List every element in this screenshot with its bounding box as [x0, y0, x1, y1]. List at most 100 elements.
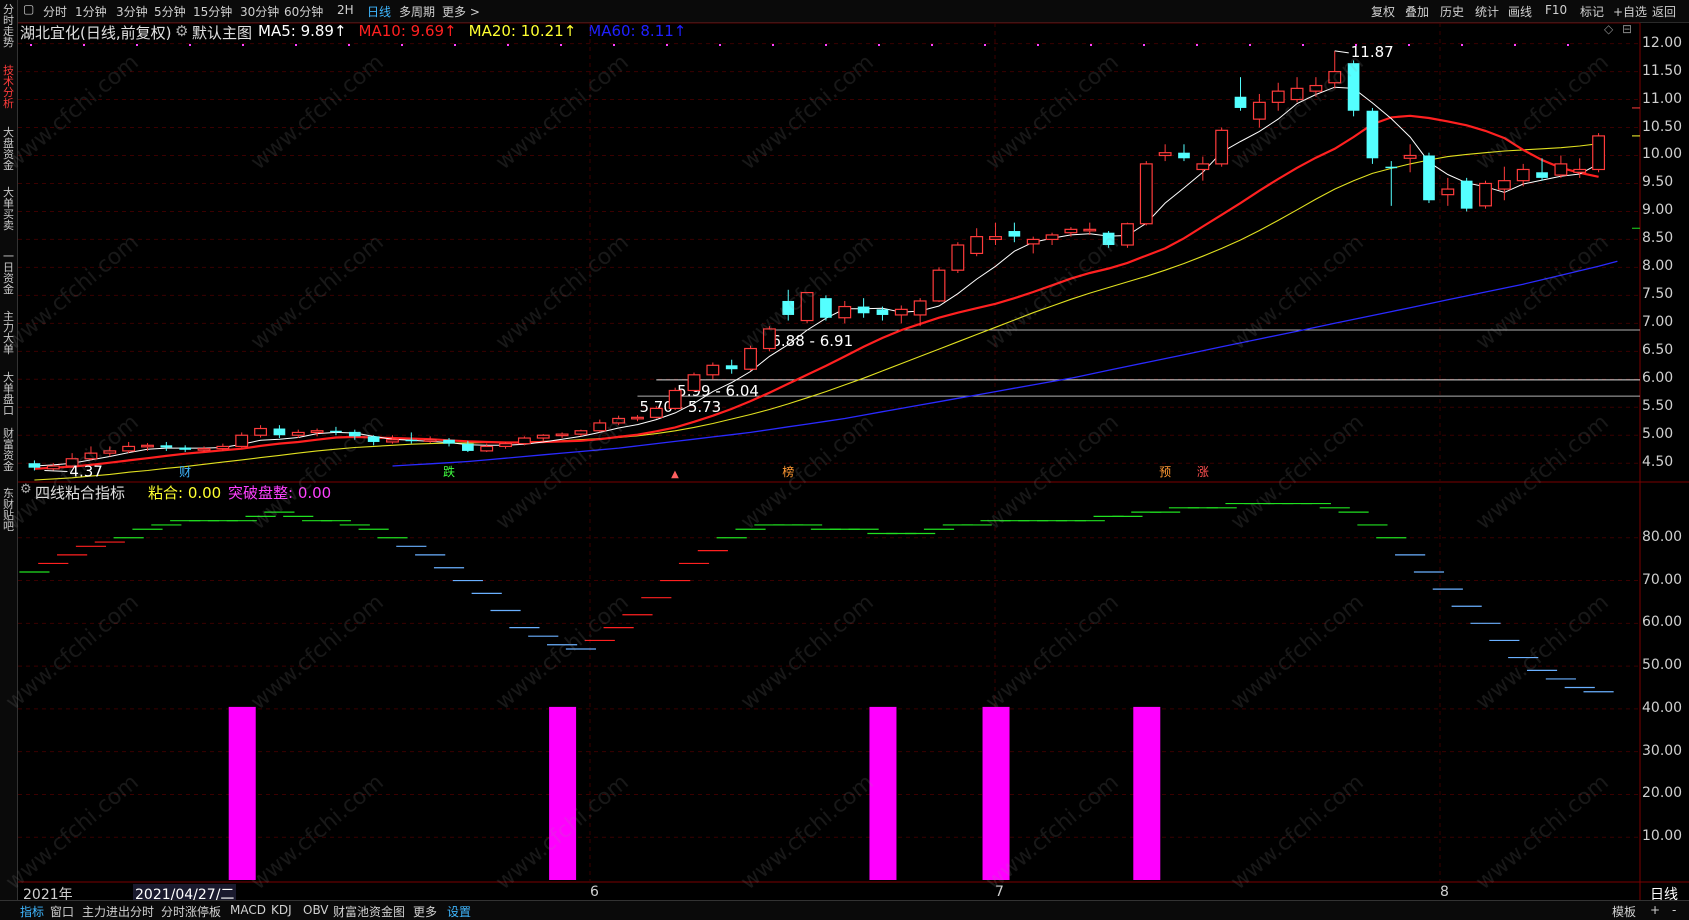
bottom-right-control-2[interactable]: -: [1672, 903, 1676, 917]
bottom-tab-2[interactable]: 主力进出分时: [82, 903, 154, 920]
marker-dot: [878, 44, 880, 46]
candle-down: [1178, 152, 1190, 159]
breakout-pillar: [549, 706, 577, 880]
candle-down: [160, 445, 173, 448]
bottom-tabbar: 指标 窗口 主力进出分时 分时涨停板 MACD KDJ OBV 财富池资金图 更多 设置 模板 + -: [0, 900, 1689, 920]
candle-down: [330, 430, 342, 433]
indicator-tick-4: 40.00: [1642, 699, 1683, 716]
candle-up: [1441, 188, 1455, 196]
indicator-tick-2: 60.00: [1642, 614, 1683, 631]
candle-up: [631, 416, 644, 420]
marker-dot: [666, 44, 668, 46]
candle-up: [1064, 228, 1078, 234]
candle-up: [706, 364, 720, 376]
candle-up: [1139, 163, 1153, 225]
bottom-tab-6[interactable]: OBV: [303, 903, 329, 917]
candle-up: [310, 430, 324, 434]
bottom-tab-1[interactable]: 窗口: [50, 903, 74, 920]
candle-up: [1328, 70, 1342, 84]
marker-dot: [1408, 44, 1410, 46]
indicator-tick-7: 10.00: [1642, 828, 1683, 845]
candle-up: [1554, 163, 1568, 176]
candle-down: [857, 306, 870, 314]
candlestick-chart[interactable]: 6.88 - 6.915.99 - 6.045.70 - 5.7311.874.…: [0, 0, 1689, 919]
candle-up: [499, 443, 512, 448]
candle-up: [989, 236, 1002, 241]
indicator-settings-icon[interactable]: ⚙: [20, 482, 32, 497]
candle-up: [254, 427, 268, 436]
marker-dot: [30, 44, 32, 46]
candle-up: [517, 437, 531, 445]
marker-dot: [1249, 44, 1251, 46]
candle-up: [932, 269, 946, 302]
bottom-tab-7[interactable]: 财富池资金图: [333, 903, 405, 920]
marker-dot: [719, 44, 721, 46]
candle-down: [367, 436, 380, 442]
marker-dot: [1302, 44, 1304, 46]
candle-down: [1460, 180, 1473, 209]
candle-up: [951, 244, 965, 271]
candle-up: [1083, 228, 1097, 232]
bottom-right-control-1[interactable]: +: [1650, 903, 1660, 917]
candle-up: [197, 448, 211, 451]
ma5-line: [34, 86, 1599, 467]
candle-down: [1347, 63, 1360, 111]
candle-up: [555, 433, 569, 437]
marker-dot: [1090, 44, 1092, 46]
bottom-tab-0[interactable]: 指标: [20, 903, 44, 920]
candle-up: [480, 445, 494, 452]
candle-up: [970, 236, 984, 255]
candle-down: [405, 439, 418, 442]
marker-dot: [1196, 44, 1198, 46]
indicator-name[interactable]: 四线粘合指标: [35, 482, 125, 503]
candle-up: [894, 308, 908, 316]
candle-up: [1158, 152, 1172, 157]
candle-up: [649, 407, 663, 418]
event-tag-2: 榜: [782, 464, 794, 479]
candle-up: [687, 374, 701, 392]
indicator-line2: 突破盘整: 0.00: [228, 484, 332, 502]
price-tick-10: 7.00: [1642, 314, 1674, 331]
candle-up: [1026, 238, 1040, 245]
bottom-tab-5[interactable]: KDJ: [271, 903, 292, 917]
candle-up: [141, 444, 154, 448]
candle-up: [1252, 101, 1266, 120]
bottom-tab-9[interactable]: 设置: [447, 903, 471, 920]
x-axis-month-2: 8: [1440, 884, 1449, 900]
candle-down: [348, 431, 361, 437]
ma10-line: [34, 114, 1599, 470]
marker-dot: [1514, 44, 1516, 46]
candle-up: [913, 300, 927, 316]
marker-dot: [454, 44, 456, 46]
indicator-tick-0: 80.00: [1642, 528, 1683, 545]
candle-up: [1196, 163, 1210, 171]
low-pointer: [44, 469, 68, 472]
candle-down: [1102, 232, 1115, 246]
candle-up: [1573, 168, 1587, 173]
bottom-tab-3[interactable]: 分时涨停板: [161, 903, 221, 920]
candle-up: [291, 431, 305, 436]
candle-up: [668, 389, 682, 409]
candle-down: [782, 300, 795, 315]
price-tick-13: 5.50: [1642, 398, 1674, 415]
candle-down: [1385, 166, 1398, 169]
marker-dot: [772, 44, 774, 46]
candle-down: [443, 439, 455, 444]
candle-up: [1309, 84, 1323, 92]
candle-down: [273, 428, 286, 436]
indicator-line1: 粘合: 0.00: [148, 484, 222, 502]
candle-up: [386, 439, 399, 443]
candle-up: [1592, 135, 1606, 171]
candle-down: [1366, 110, 1379, 159]
x-axis-month-1: 7: [995, 884, 1004, 900]
bottom-tab-4[interactable]: MACD: [230, 903, 266, 917]
price-tick-2: 11.00: [1642, 90, 1683, 107]
indicator-tick-5: 30.00: [1642, 742, 1683, 759]
candle-down: [28, 463, 41, 468]
bottom-right-control-0[interactable]: 模板: [1612, 903, 1636, 920]
price-tick-11: 6.50: [1642, 342, 1674, 359]
bottom-tab-8[interactable]: 更多: [413, 903, 437, 920]
price-tick-5: 9.50: [1642, 174, 1674, 191]
candle-up: [1121, 223, 1134, 246]
candle-up: [235, 434, 249, 448]
